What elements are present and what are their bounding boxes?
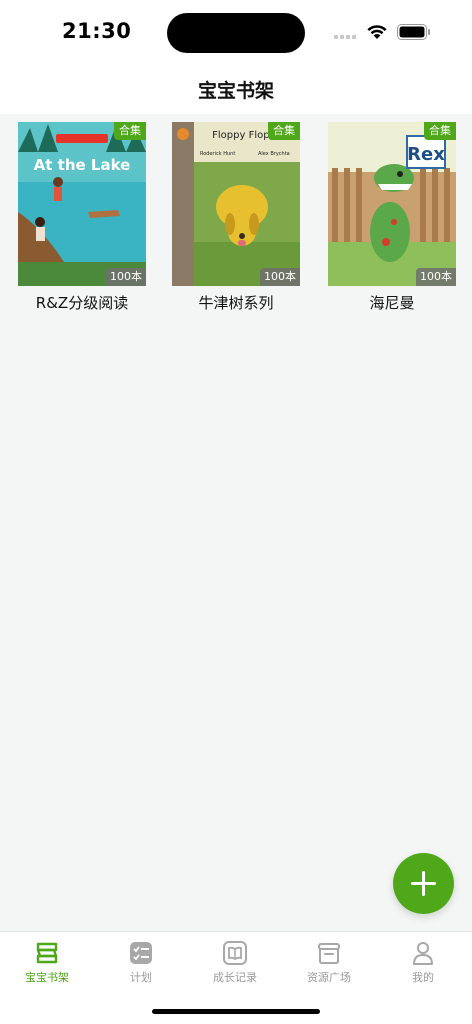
tab-label: 成长记录	[213, 971, 257, 984]
top-area: 21:30 宝宝书架	[0, 0, 472, 114]
home-indicator[interactable]	[152, 1009, 320, 1014]
book-cover-illustration: Floppy Floppy Roderick Hunt Alex Brychta	[172, 122, 300, 286]
tab-bookshelf[interactable]: 宝宝书架	[0, 940, 94, 985]
collection-badge: 合集	[424, 122, 456, 140]
dynamic-island	[167, 13, 305, 53]
cover-title: Rex	[407, 144, 445, 165]
page-title: 宝宝书架	[197, 80, 274, 102]
book-card-oxford[interactable]: Floppy Floppy Roderick Hunt Alex Brychta…	[172, 122, 300, 313]
cover-author: Roderick Hunt	[200, 151, 235, 157]
add-book-button[interactable]	[393, 853, 454, 914]
battery-icon	[397, 24, 430, 40]
basket-icon	[318, 943, 340, 964]
book-card-heinemann[interactable]: Rex 合集 100本 海尼曼	[328, 122, 456, 313]
collection-badge: 合集	[268, 122, 300, 140]
person-icon	[413, 942, 433, 965]
tab-growth-record[interactable]: 成长记录	[188, 940, 282, 985]
bookshelf-icon	[36, 942, 58, 964]
wifi-icon	[367, 25, 387, 39]
tab-label: 资源广场	[307, 971, 351, 984]
count-badge: 100本	[416, 268, 456, 286]
checklist-icon	[130, 942, 152, 964]
tab-profile[interactable]: 我的	[376, 940, 470, 985]
cover-illustrator: Alex Brychta	[258, 151, 290, 157]
book-title: R&Z分级阅读	[35, 294, 129, 312]
plus-icon	[411, 871, 436, 896]
book-cover[interactable]: At the Lake 合集 100本	[18, 122, 146, 286]
book-cover-illustration: Rex	[328, 122, 456, 286]
tab-label: 计划	[130, 971, 152, 984]
cover-title: At the Lake	[34, 156, 131, 174]
status-time: 21:30	[62, 19, 132, 43]
book-cover[interactable]: Floppy Floppy Roderick Hunt Alex Brychta…	[172, 122, 300, 286]
tab-label: 宝宝书架	[25, 971, 69, 984]
book-title: 海尼曼	[369, 294, 415, 312]
collection-badge: 合集	[114, 122, 146, 140]
book-cover-illustration: At the Lake	[18, 122, 146, 286]
book-title: 牛津树系列	[198, 294, 274, 312]
tab-label: 我的	[412, 971, 434, 984]
book-cover[interactable]: Rex 合集 100本	[328, 122, 456, 286]
book-card-rz[interactable]: At the Lake 合集 100本 R&Z分级阅读	[18, 122, 146, 313]
status-bar: 21:30	[0, 0, 472, 62]
count-badge: 100本	[260, 268, 300, 286]
open-book-icon	[223, 941, 247, 965]
tab-resource-plaza[interactable]: 资源广场	[282, 940, 376, 985]
count-badge: 100本	[106, 268, 146, 286]
tab-plan[interactable]: 计划	[94, 940, 188, 985]
cellular-signal-icon	[334, 35, 356, 39]
